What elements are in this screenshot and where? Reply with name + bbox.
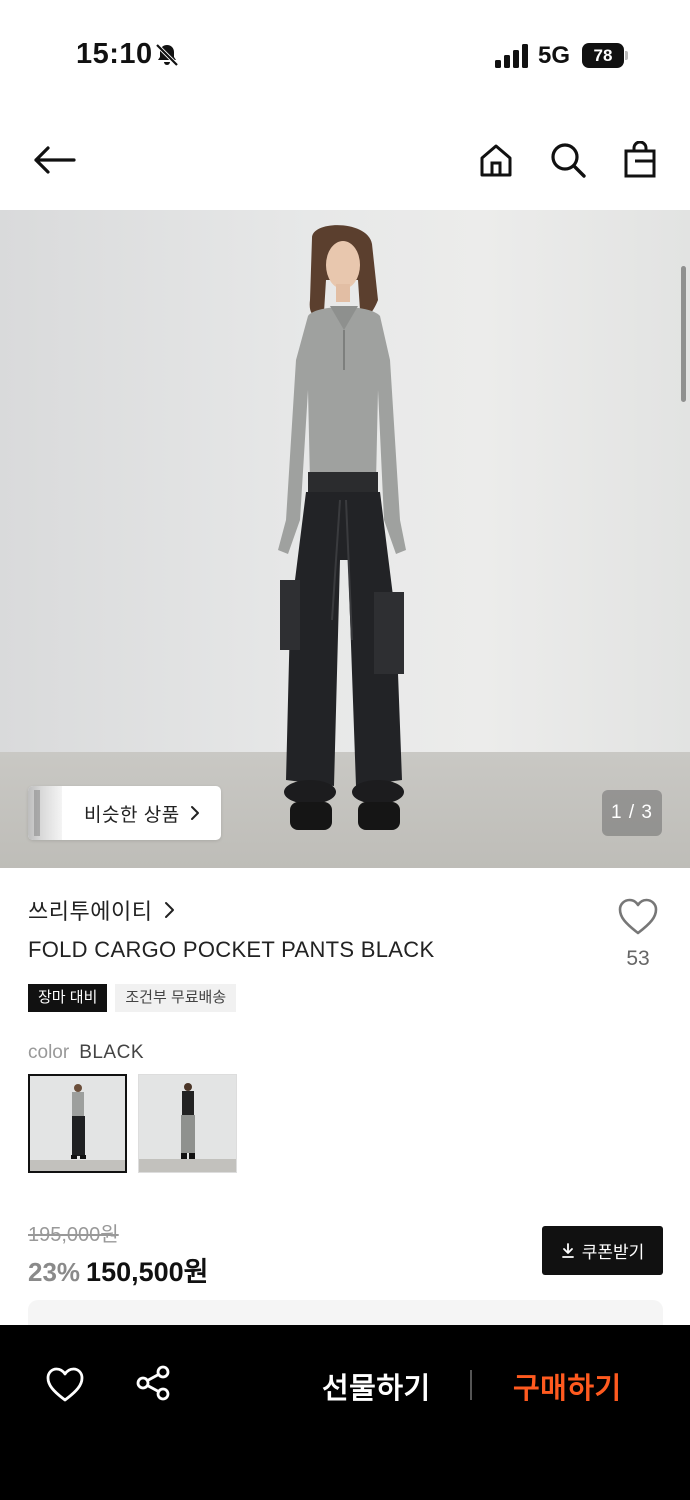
coupon-download-button[interactable]: 쿠폰받기 bbox=[542, 1226, 663, 1275]
battery-level: 78 bbox=[582, 43, 624, 68]
color-row: color BLACK bbox=[28, 1042, 144, 1064]
like-count: 53 bbox=[626, 947, 650, 970]
back-arrow-icon bbox=[34, 146, 76, 174]
search-icon bbox=[551, 143, 586, 178]
chevron-right-icon bbox=[165, 902, 175, 918]
swatch-image bbox=[30, 1076, 125, 1171]
color-label: color bbox=[28, 1042, 70, 1063]
coupon-label: 쿠폰받기 bbox=[581, 1243, 645, 1262]
price-row: 23% 150,500원 bbox=[28, 1250, 209, 1289]
similar-products-label: 비슷한 상품 bbox=[84, 804, 180, 826]
color-value: BLACK bbox=[79, 1042, 144, 1063]
product-image-carousel[interactable]: 비슷한 상품 1 / 3 bbox=[0, 210, 690, 868]
chevron-right-icon bbox=[190, 806, 199, 820]
tag-free-shipping: 조건부 무료배송 bbox=[115, 984, 237, 1012]
nav-bar bbox=[0, 112, 690, 210]
sale-price: 150,500원 bbox=[86, 1257, 209, 1287]
download-icon bbox=[561, 1242, 574, 1258]
shopping-bag-icon bbox=[624, 141, 656, 178]
gift-button[interactable]: 선물하기 bbox=[322, 1365, 431, 1407]
divider bbox=[470, 1370, 472, 1400]
similar-products-button[interactable]: 비슷한 상품 bbox=[28, 786, 221, 840]
heart-icon bbox=[618, 898, 658, 935]
home-button[interactable] bbox=[472, 136, 520, 184]
product-title: FOLD CARGO POCKET PANTS BLACK bbox=[28, 937, 435, 962]
network-type: 5G bbox=[538, 42, 571, 69]
back-button[interactable] bbox=[30, 136, 78, 184]
cart-button[interactable] bbox=[616, 136, 664, 184]
brand-link[interactable]: 쓰리투에이티 bbox=[28, 894, 175, 926]
bell-off-icon bbox=[155, 43, 179, 67]
heart-icon[interactable] bbox=[45, 1365, 85, 1405]
brand-name: 쓰리투에이티 bbox=[28, 899, 153, 924]
search-button[interactable] bbox=[544, 136, 592, 184]
page-scrollbar[interactable] bbox=[681, 266, 686, 402]
similar-product-thumbnail bbox=[28, 786, 62, 840]
image-page-indicator: 1 / 3 bbox=[602, 790, 662, 836]
signal-icon bbox=[495, 44, 528, 68]
original-price: 195,000원 bbox=[28, 1224, 119, 1246]
color-swatch-black[interactable] bbox=[28, 1074, 127, 1173]
product-tags: 장마 대비 조건부 무료배송 bbox=[28, 984, 244, 1012]
wishlist-button[interactable]: 53 bbox=[612, 898, 664, 971]
model-photo bbox=[278, 225, 406, 830]
swatch-image bbox=[139, 1075, 236, 1172]
status-time: 15:10 bbox=[76, 38, 153, 70]
buy-button[interactable]: 구매하기 bbox=[513, 1365, 622, 1407]
battery-icon: 78 bbox=[582, 43, 628, 68]
status-bar: 15:10 5G 78 bbox=[0, 0, 690, 112]
bottom-action-bar: 선물하기 구매하기 bbox=[0, 1325, 690, 1500]
share-icon[interactable] bbox=[134, 1363, 174, 1403]
color-swatch-gray[interactable] bbox=[138, 1074, 237, 1173]
tag-rainy-season: 장마 대비 bbox=[28, 984, 108, 1012]
discount-rate: 23% bbox=[28, 1257, 81, 1287]
home-icon bbox=[480, 144, 512, 177]
